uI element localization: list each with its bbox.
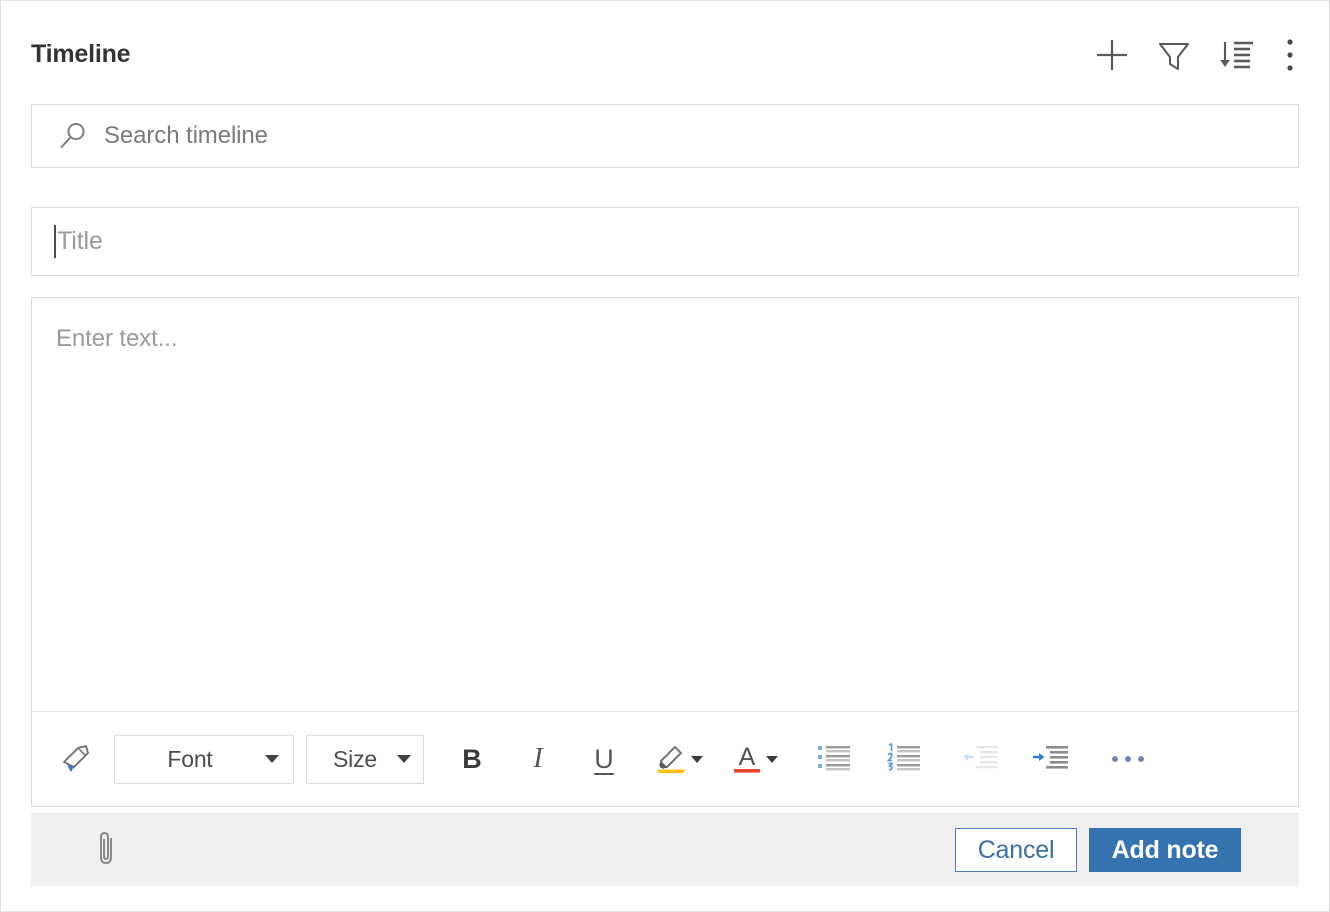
highlight-button[interactable] <box>648 733 709 785</box>
filter-button[interactable] <box>1143 34 1205 80</box>
chevron-down-icon <box>691 755 703 763</box>
note-body-placeholder: Enter text... <box>56 325 178 352</box>
numbered-list-button[interactable] <box>878 733 930 785</box>
underline-button[interactable]: U <box>578 733 630 785</box>
attachment-button[interactable] <box>81 824 133 876</box>
decrease-indent-icon <box>961 744 999 775</box>
panel-header: Timeline <box>1 1 1330 93</box>
search-icon <box>57 120 89 152</box>
underline-icon: U <box>594 743 614 774</box>
add-icon <box>1092 35 1132 80</box>
chevron-down-icon <box>265 755 279 763</box>
note-title-placeholder: Title <box>57 227 103 255</box>
filter-icon <box>1155 36 1193 79</box>
chevron-down-icon <box>397 755 411 763</box>
add-button[interactable] <box>1081 34 1143 80</box>
numbered-list-icon <box>886 742 921 776</box>
font-family-dropdown[interactable]: Font <box>114 734 294 784</box>
format-painter-icon <box>58 740 94 779</box>
more-formatting-button[interactable] <box>1102 733 1154 785</box>
formatting-toolbar: Font Size B I U A <box>32 711 1298 806</box>
format-painter-button[interactable] <box>50 733 102 785</box>
font-size-dropdown[interactable]: Size <box>306 734 424 784</box>
font-family-label: Font <box>167 745 213 772</box>
attachment-icon <box>94 829 120 872</box>
font-color-button[interactable]: A <box>725 733 784 785</box>
more-options-button[interactable] <box>1267 34 1313 80</box>
increase-indent-button[interactable] <box>1024 733 1076 785</box>
note-title-input[interactable]: Title <box>31 207 1299 276</box>
note-editor: Enter text... Font Size B I U A <box>31 297 1299 807</box>
note-body-input[interactable]: Enter text... <box>32 298 1298 711</box>
add-note-button[interactable]: Add note <box>1089 828 1241 872</box>
search-placeholder: Search timeline <box>104 122 268 149</box>
bold-icon: B <box>462 743 482 774</box>
sort-icon <box>1216 36 1256 79</box>
highlight-icon <box>654 740 688 779</box>
bold-button[interactable]: B <box>446 733 498 785</box>
svg-text:A: A <box>739 743 756 771</box>
decrease-indent-button[interactable] <box>954 733 1006 785</box>
timeline-panel: Timeline Search timeline Title Enter tex… <box>0 0 1330 912</box>
bulleted-list-button[interactable] <box>808 733 860 785</box>
chevron-down-icon <box>766 755 778 763</box>
more-formatting-icon <box>1112 756 1144 762</box>
bulleted-list-icon <box>817 743 851 776</box>
text-caret <box>54 225 56 258</box>
sort-button[interactable] <box>1205 34 1267 80</box>
header-actions <box>1081 34 1313 80</box>
search-input[interactable]: Search timeline <box>31 104 1299 168</box>
page-title: Timeline <box>31 40 131 68</box>
cancel-button[interactable]: Cancel <box>955 828 1077 872</box>
italic-icon: I <box>533 743 543 774</box>
font-size-label: Size <box>333 745 377 772</box>
note-footer: Cancel Add note <box>31 813 1299 886</box>
italic-button[interactable]: I <box>512 733 564 785</box>
increase-indent-icon <box>1031 744 1069 775</box>
font-color-icon: A <box>731 740 763 779</box>
more-options-icon <box>1284 37 1296 78</box>
